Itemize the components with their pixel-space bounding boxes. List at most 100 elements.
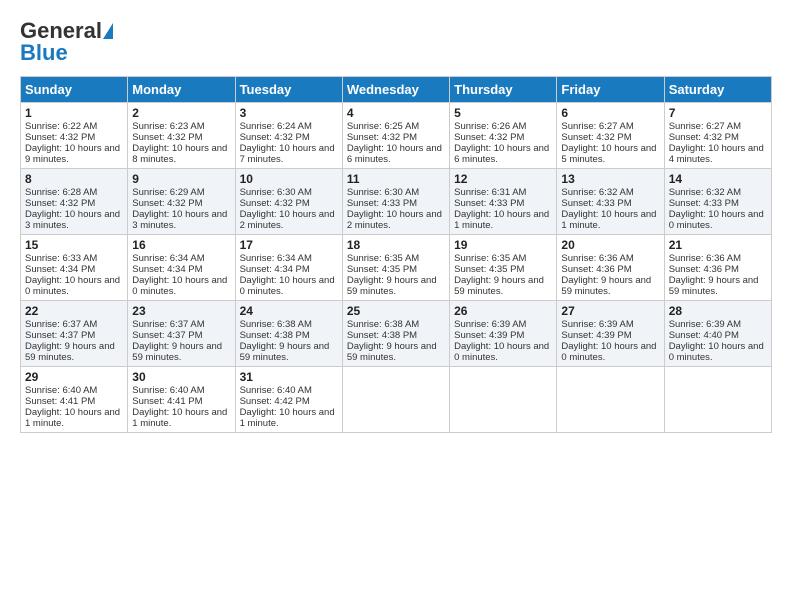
calendar-cell: 6Sunrise: 6:27 AMSunset: 4:32 PMDaylight…: [557, 103, 664, 169]
daylight-label: Daylight: 10 hours and 0 minutes.: [669, 209, 764, 231]
daylight-label: Daylight: 10 hours and 0 minutes.: [240, 275, 335, 297]
calendar-cell: 14Sunrise: 6:32 AMSunset: 4:33 PMDayligh…: [664, 169, 771, 235]
day-number: 23: [132, 304, 230, 318]
calendar-cell: 1Sunrise: 6:22 AMSunset: 4:32 PMDaylight…: [21, 103, 128, 169]
calendar-cell: 13Sunrise: 6:32 AMSunset: 4:33 PMDayligh…: [557, 169, 664, 235]
page: General Blue SundayMondayTuesdayWednesda…: [0, 0, 792, 612]
day-number: 26: [454, 304, 552, 318]
daylight-label: Daylight: 10 hours and 6 minutes.: [347, 143, 442, 165]
calendar-cell: 29Sunrise: 6:40 AMSunset: 4:41 PMDayligh…: [21, 367, 128, 433]
daylight-label: Daylight: 9 hours and 59 minutes.: [240, 341, 330, 363]
sunset-label: Sunset: 4:36 PM: [561, 264, 631, 275]
daylight-label: Daylight: 10 hours and 1 minute.: [25, 407, 120, 429]
daylight-label: Daylight: 10 hours and 0 minutes.: [561, 341, 656, 363]
week-row-4: 22Sunrise: 6:37 AMSunset: 4:37 PMDayligh…: [21, 301, 772, 367]
calendar-cell: 8Sunrise: 6:28 AMSunset: 4:32 PMDaylight…: [21, 169, 128, 235]
sunrise-label: Sunrise: 6:36 AM: [669, 253, 741, 264]
day-number: 3: [240, 106, 338, 120]
calendar-cell: 21Sunrise: 6:36 AMSunset: 4:36 PMDayligh…: [664, 235, 771, 301]
calendar-cell: 24Sunrise: 6:38 AMSunset: 4:38 PMDayligh…: [235, 301, 342, 367]
sunset-label: Sunset: 4:41 PM: [25, 396, 95, 407]
calendar-cell: 30Sunrise: 6:40 AMSunset: 4:41 PMDayligh…: [128, 367, 235, 433]
daylight-label: Daylight: 9 hours and 59 minutes.: [347, 275, 437, 297]
calendar-cell: 4Sunrise: 6:25 AMSunset: 4:32 PMDaylight…: [342, 103, 449, 169]
day-number: 20: [561, 238, 659, 252]
week-row-2: 8Sunrise: 6:28 AMSunset: 4:32 PMDaylight…: [21, 169, 772, 235]
calendar-cell: 23Sunrise: 6:37 AMSunset: 4:37 PMDayligh…: [128, 301, 235, 367]
daylight-label: Daylight: 9 hours and 59 minutes.: [561, 275, 651, 297]
sunrise-label: Sunrise: 6:30 AM: [240, 187, 312, 198]
sunrise-label: Sunrise: 6:30 AM: [347, 187, 419, 198]
sunset-label: Sunset: 4:32 PM: [347, 132, 417, 143]
calendar-cell: 28Sunrise: 6:39 AMSunset: 4:40 PMDayligh…: [664, 301, 771, 367]
week-row-1: 1Sunrise: 6:22 AMSunset: 4:32 PMDaylight…: [21, 103, 772, 169]
calendar-cell: 31Sunrise: 6:40 AMSunset: 4:42 PMDayligh…: [235, 367, 342, 433]
sunrise-label: Sunrise: 6:32 AM: [669, 187, 741, 198]
sunset-label: Sunset: 4:33 PM: [347, 198, 417, 209]
daylight-label: Daylight: 10 hours and 1 minute.: [132, 407, 227, 429]
daylight-label: Daylight: 10 hours and 0 minutes.: [454, 341, 549, 363]
daylight-label: Daylight: 9 hours and 59 minutes.: [25, 341, 115, 363]
sunset-label: Sunset: 4:32 PM: [132, 132, 202, 143]
sunset-label: Sunset: 4:32 PM: [669, 132, 739, 143]
calendar-cell: 19Sunrise: 6:35 AMSunset: 4:35 PMDayligh…: [450, 235, 557, 301]
calendar-cell: [557, 367, 664, 433]
daylight-label: Daylight: 10 hours and 0 minutes.: [25, 275, 120, 297]
calendar-cell: 26Sunrise: 6:39 AMSunset: 4:39 PMDayligh…: [450, 301, 557, 367]
sunrise-label: Sunrise: 6:37 AM: [25, 319, 97, 330]
calendar-cell: 20Sunrise: 6:36 AMSunset: 4:36 PMDayligh…: [557, 235, 664, 301]
sunset-label: Sunset: 4:41 PM: [132, 396, 202, 407]
sunset-label: Sunset: 4:40 PM: [669, 330, 739, 341]
logo-blue-text: Blue: [20, 40, 113, 66]
day-header-tuesday: Tuesday: [235, 77, 342, 103]
sunrise-label: Sunrise: 6:34 AM: [240, 253, 312, 264]
sunrise-label: Sunrise: 6:24 AM: [240, 121, 312, 132]
sunset-label: Sunset: 4:39 PM: [561, 330, 631, 341]
calendar-cell: 10Sunrise: 6:30 AMSunset: 4:32 PMDayligh…: [235, 169, 342, 235]
daylight-label: Daylight: 10 hours and 1 minute.: [240, 407, 335, 429]
calendar-cell: 9Sunrise: 6:29 AMSunset: 4:32 PMDaylight…: [128, 169, 235, 235]
sunrise-label: Sunrise: 6:36 AM: [561, 253, 633, 264]
calendar-cell: 27Sunrise: 6:39 AMSunset: 4:39 PMDayligh…: [557, 301, 664, 367]
sunset-label: Sunset: 4:37 PM: [132, 330, 202, 341]
sunrise-label: Sunrise: 6:39 AM: [669, 319, 741, 330]
day-number: 18: [347, 238, 445, 252]
sunset-label: Sunset: 4:35 PM: [454, 264, 524, 275]
daylight-label: Daylight: 9 hours and 59 minutes.: [454, 275, 544, 297]
day-number: 27: [561, 304, 659, 318]
sunset-label: Sunset: 4:32 PM: [561, 132, 631, 143]
day-number: 12: [454, 172, 552, 186]
daylight-label: Daylight: 9 hours and 59 minutes.: [347, 341, 437, 363]
sunrise-label: Sunrise: 6:39 AM: [454, 319, 526, 330]
day-number: 6: [561, 106, 659, 120]
sunrise-label: Sunrise: 6:38 AM: [347, 319, 419, 330]
calendar-cell: 17Sunrise: 6:34 AMSunset: 4:34 PMDayligh…: [235, 235, 342, 301]
daylight-label: Daylight: 10 hours and 0 minutes.: [669, 341, 764, 363]
daylight-label: Daylight: 10 hours and 9 minutes.: [25, 143, 120, 165]
daylight-label: Daylight: 10 hours and 6 minutes.: [454, 143, 549, 165]
sunset-label: Sunset: 4:39 PM: [454, 330, 524, 341]
day-number: 9: [132, 172, 230, 186]
daylight-label: Daylight: 10 hours and 0 minutes.: [132, 275, 227, 297]
calendar: SundayMondayTuesdayWednesdayThursdayFrid…: [20, 76, 772, 433]
sunrise-label: Sunrise: 6:39 AM: [561, 319, 633, 330]
sunrise-label: Sunrise: 6:40 AM: [25, 385, 97, 396]
header: General Blue: [20, 18, 772, 66]
sunrise-label: Sunrise: 6:27 AM: [669, 121, 741, 132]
sunrise-label: Sunrise: 6:29 AM: [132, 187, 204, 198]
sunset-label: Sunset: 4:32 PM: [25, 198, 95, 209]
calendar-cell: 15Sunrise: 6:33 AMSunset: 4:34 PMDayligh…: [21, 235, 128, 301]
sunset-label: Sunset: 4:37 PM: [25, 330, 95, 341]
week-row-3: 15Sunrise: 6:33 AMSunset: 4:34 PMDayligh…: [21, 235, 772, 301]
calendar-cell: [664, 367, 771, 433]
sunrise-label: Sunrise: 6:35 AM: [347, 253, 419, 264]
sunrise-label: Sunrise: 6:40 AM: [240, 385, 312, 396]
sunrise-label: Sunrise: 6:25 AM: [347, 121, 419, 132]
sunrise-label: Sunrise: 6:40 AM: [132, 385, 204, 396]
day-header-thursday: Thursday: [450, 77, 557, 103]
sunset-label: Sunset: 4:38 PM: [240, 330, 310, 341]
day-number: 4: [347, 106, 445, 120]
daylight-label: Daylight: 10 hours and 7 minutes.: [240, 143, 335, 165]
day-number: 28: [669, 304, 767, 318]
daylight-label: Daylight: 10 hours and 3 minutes.: [132, 209, 227, 231]
